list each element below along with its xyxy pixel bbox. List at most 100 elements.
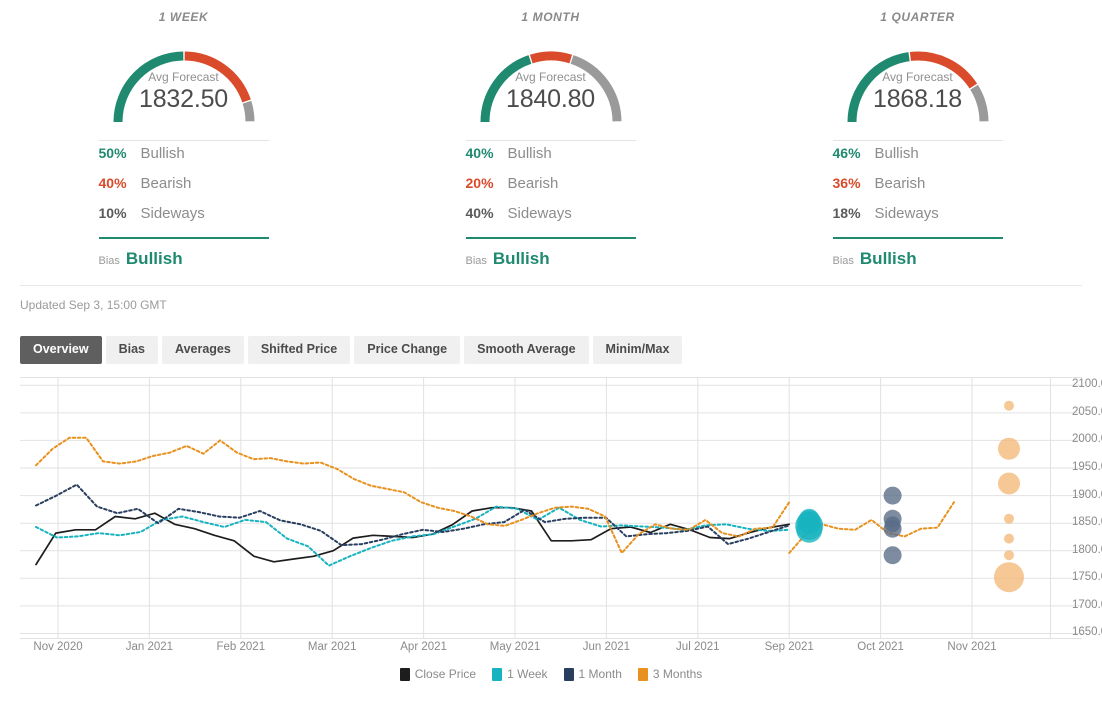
y-axis-labels: 2100.002050.002000.001950.001900.001850.…: [1050, 377, 1102, 637]
sentiment-stats: 46% Bullish 36% Bearish 18% Sideways: [833, 140, 1003, 235]
sideways-label: Sideways: [141, 205, 205, 222]
bearish-label: Bearish: [875, 175, 926, 192]
forecast-chart: 2100.002050.002000.001950.001900.001850.…: [20, 377, 1082, 667]
sentiment-stats: 50% Bullish 40% Bearish 10% Sideways: [99, 140, 269, 235]
bias-divider: [833, 237, 1003, 239]
gauge-segment-bearish: [184, 56, 246, 101]
forecast-bubble-3-months[interactable]: [998, 438, 1020, 460]
tab-shifted-price[interactable]: Shifted Price: [248, 336, 350, 364]
legend-item-1-month[interactable]: 1 Month: [564, 667, 622, 681]
bias-divider: [99, 237, 269, 239]
y-axis-tick: 2000.00: [1072, 433, 1102, 445]
stat-row-bullish: 50% Bullish: [99, 145, 269, 175]
forecast-summary-row: 1 WEEK Avg Forecast 1832.50 50% Bullish …: [0, 0, 1102, 269]
card-title: 1 MONTH: [521, 10, 579, 24]
gauge-segment-sideways: [572, 59, 617, 121]
bias-divider: [466, 237, 636, 239]
y-axis-tick: 2050.00: [1072, 406, 1102, 418]
tab-price-change[interactable]: Price Change: [354, 336, 460, 364]
x-axis-tick: Apr 2021: [400, 641, 447, 653]
tab-minim-max[interactable]: Minim/Max: [593, 336, 683, 364]
y-axis-tick: 1850.00: [1072, 516, 1102, 528]
forecast-bubble-1-week[interactable]: [796, 517, 822, 543]
card-title: 1 WEEK: [159, 10, 209, 24]
tab-overview[interactable]: Overview: [20, 336, 102, 364]
tab-bias[interactable]: Bias: [106, 336, 158, 364]
y-axis-tick: 1900.00: [1072, 489, 1102, 501]
forecast-bubble-3-months[interactable]: [1004, 534, 1014, 544]
x-axis-tick: Oct 2021: [857, 641, 904, 653]
stat-row-bullish: 46% Bullish: [833, 145, 1003, 175]
bias-value: Bullish: [860, 249, 917, 269]
legend-item-close-price[interactable]: Close Price: [400, 667, 476, 681]
legend-label: Close Price: [415, 667, 476, 681]
forecast-bubble-3-months[interactable]: [994, 562, 1024, 592]
sideways-percent: 10%: [99, 205, 141, 221]
y-axis-tick: 2100.00: [1072, 378, 1102, 390]
x-axis-tick: May 2021: [490, 641, 541, 653]
gauge-segment-sideways: [246, 102, 249, 121]
legend-label: 3 Months: [653, 667, 702, 681]
sideways-label: Sideways: [508, 205, 572, 222]
bias-row: Bias Bullish: [833, 249, 1003, 269]
x-axis-tick: Mar 2021: [308, 641, 357, 653]
stat-row-bearish: 36% Bearish: [833, 175, 1003, 205]
tab-smooth-average[interactable]: Smooth Average: [464, 336, 588, 364]
stat-row-bullish: 40% Bullish: [466, 145, 636, 175]
legend-swatch-icon: [400, 668, 410, 681]
bias-label: Bias: [466, 255, 487, 267]
forecast-bubble-3-months[interactable]: [998, 473, 1020, 495]
card-title: 1 QUARTER: [880, 10, 955, 24]
forecast-bubble-1-month[interactable]: [884, 520, 902, 538]
stat-row-bearish: 20% Bearish: [466, 175, 636, 205]
gauge-arc-svg: [833, 30, 1003, 126]
x-axis-tick: Jul 2021: [676, 641, 719, 653]
forecast-bubble-1-month[interactable]: [884, 546, 902, 564]
chart-tabs: OverviewBiasAveragesShifted PricePrice C…: [20, 336, 1102, 364]
forecast-bubble-3-months[interactable]: [1004, 550, 1014, 560]
y-axis-tick: 1650.00: [1072, 626, 1102, 638]
stat-row-sideways: 18% Sideways: [833, 205, 1003, 235]
bias-row: Bias Bullish: [99, 249, 269, 269]
forecast-bubble-1-month[interactable]: [884, 487, 902, 505]
x-axis-tick: Jun 2021: [583, 641, 630, 653]
y-axis-tick: 1800.00: [1072, 544, 1102, 556]
gauge-segment-sideways: [974, 87, 984, 121]
gauge-segment-bullish: [852, 57, 909, 122]
bearish-percent: 20%: [466, 175, 508, 191]
stat-row-sideways: 40% Sideways: [466, 205, 636, 235]
tab-averages[interactable]: Averages: [162, 336, 244, 364]
sideways-percent: 18%: [833, 205, 875, 221]
x-axis-tick: Nov 2021: [947, 641, 996, 653]
x-axis-tick: Sep 2021: [765, 641, 814, 653]
bias-label: Bias: [833, 255, 854, 267]
y-axis-tick: 1750.00: [1072, 571, 1102, 583]
y-axis-tick: 1700.00: [1072, 599, 1102, 611]
bullish-percent: 50%: [99, 145, 141, 161]
bullish-percent: 46%: [833, 145, 875, 161]
bullish-label: Bullish: [141, 145, 185, 162]
legend-swatch-icon: [564, 668, 574, 681]
forecast-bubble-3-months[interactable]: [1004, 514, 1014, 524]
chart-plot-background: [20, 377, 1030, 639]
x-axis-tick: Feb 2021: [216, 641, 265, 653]
legend-item-3-months[interactable]: 3 Months: [638, 667, 702, 681]
bias-label: Bias: [99, 255, 120, 267]
bullish-percent: 40%: [466, 145, 508, 161]
x-axis-tick: Nov 2020: [33, 641, 82, 653]
legend-label: 1 Month: [579, 667, 622, 681]
legend-item-1-week[interactable]: 1 Week: [492, 667, 547, 681]
x-axis-tick: Jan 2021: [126, 641, 173, 653]
sideways-percent: 40%: [466, 205, 508, 221]
stat-row-sideways: 10% Sideways: [99, 205, 269, 235]
sentiment-stats: 40% Bullish 20% Bearish 40% Sideways: [466, 140, 636, 235]
forecast-card-1-week: 1 WEEK Avg Forecast 1832.50 50% Bullish …: [0, 10, 367, 269]
bias-value: Bullish: [493, 249, 550, 269]
bullish-label: Bullish: [508, 145, 552, 162]
gauge-segment-bullish: [485, 59, 530, 122]
gauge-1-month: Avg Forecast 1840.80: [466, 30, 636, 126]
chart-legend: Close Price 1 Week 1 Month 3 Months: [20, 667, 1082, 681]
forecast-bubble-3-months[interactable]: [1004, 401, 1014, 411]
chart-canvas: [20, 377, 1082, 639]
gauge-arc-svg: [99, 30, 269, 126]
